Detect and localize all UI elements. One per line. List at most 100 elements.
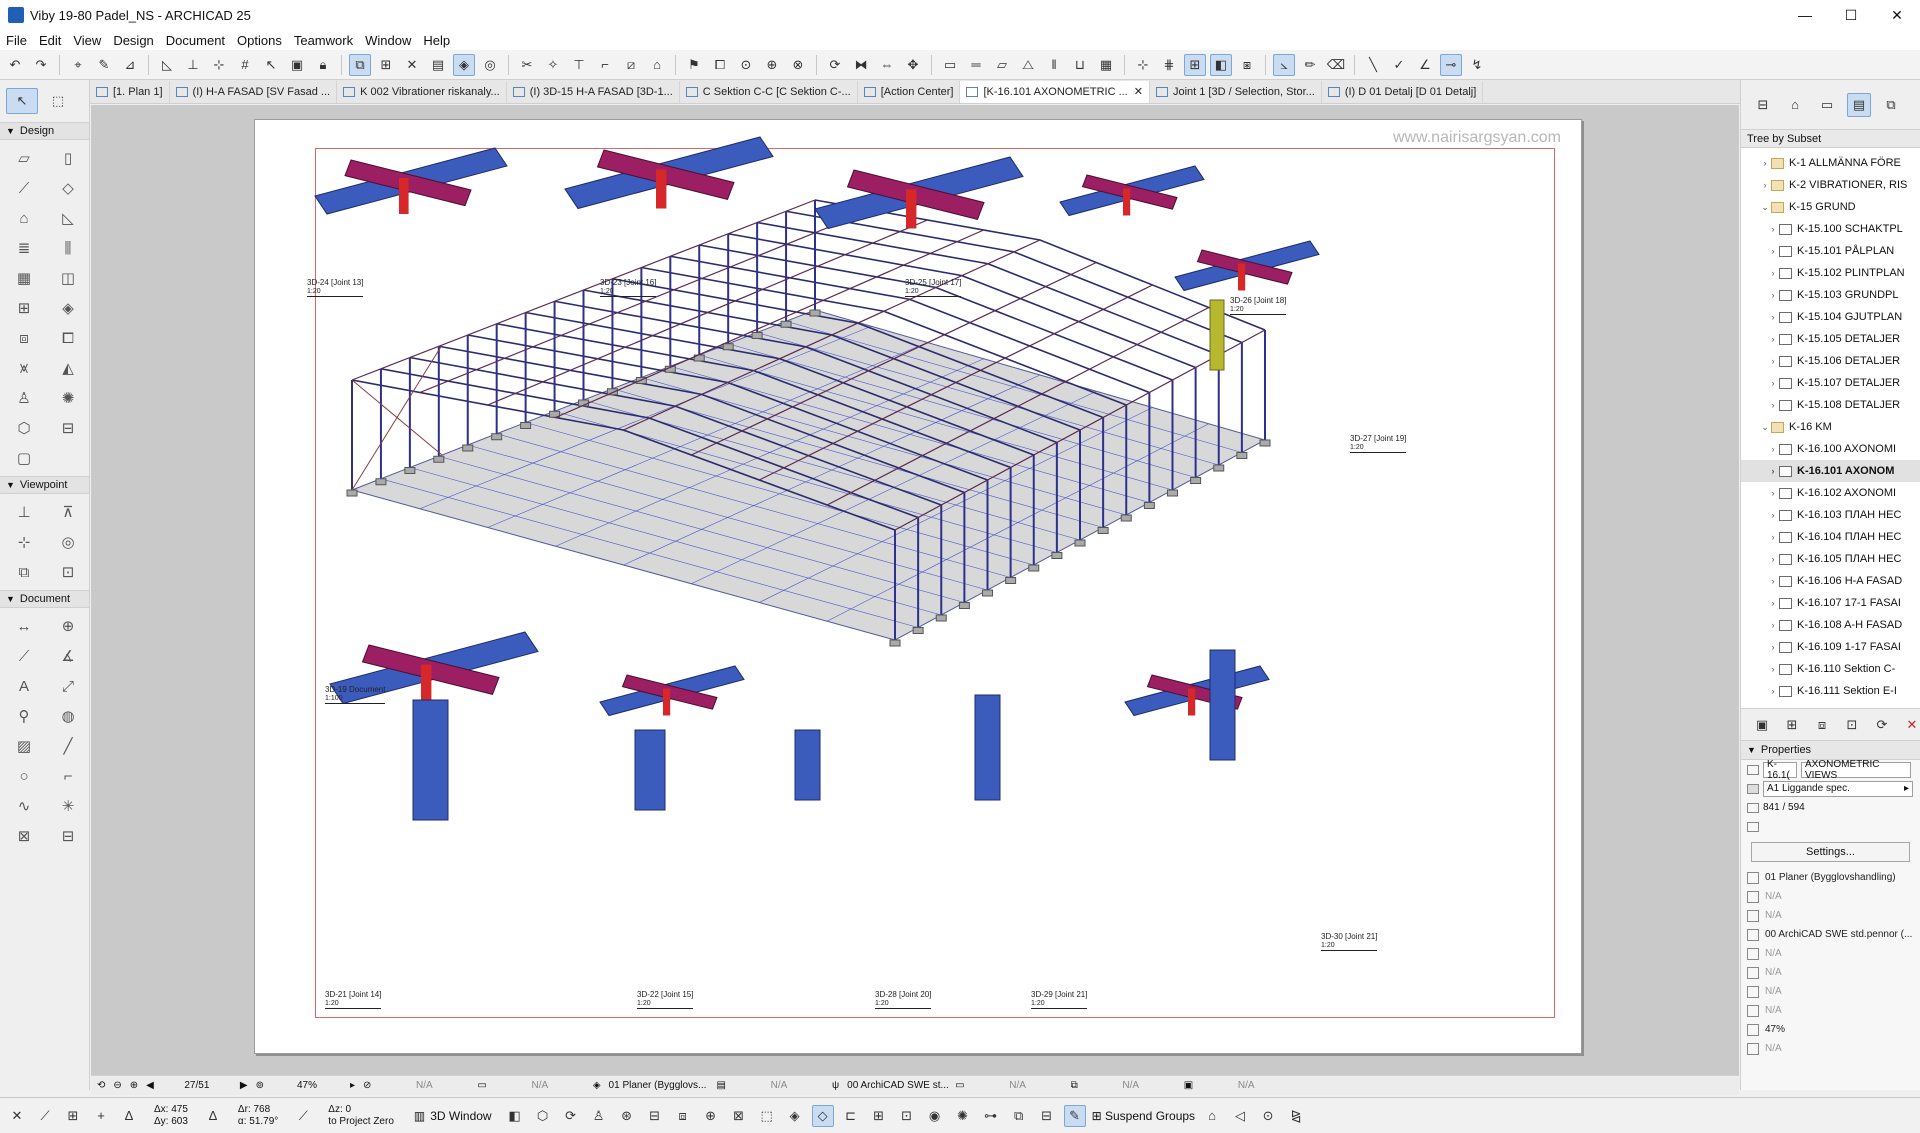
drawing-canvas[interactable]: www.nairisargsyan.com 3D-24 [Joint 13] 1:… [91,105,1739,1075]
sun-icon[interactable]: ✺ [952,1105,974,1127]
elevation-tool-icon[interactable]: ⊼ [52,500,84,524]
grid-element-tool-icon[interactable]: ⊟ [52,416,84,440]
tree-folder[interactable]: › K-2 VIBRATIONER, RIS [1741,174,1920,196]
tree-layout-item[interactable]: › K-15.106 DETALJER [1741,350,1920,372]
chevron-right-icon[interactable]: › [1767,444,1779,454]
chevron-right-icon[interactable]: › [1767,664,1779,674]
align-icon[interactable]: ⊹ [1132,54,1154,76]
zoom-in-icon[interactable]: ⊕ [130,1080,138,1091]
line-icon[interactable]: ╲ [1362,54,1384,76]
angle-dimension-tool-icon[interactable]: ∡ [52,644,84,668]
figure-tool-icon[interactable]: ⊠ [8,824,40,848]
chevron-right-icon[interactable]: › [1767,510,1779,520]
slab-tool-icon[interactable]: ◇ [52,176,84,200]
grid-snap-icon[interactable]: ⊞ [62,1105,84,1127]
menu-document[interactable]: Document [166,33,225,48]
snap-point-icon[interactable]: ⊹ [208,54,230,76]
tree-layout-item[interactable]: › K-16.106 H-A FASAD [1741,570,1920,592]
zoom-level[interactable]: 47% [272,1080,342,1091]
tree-layout-item[interactable]: › K-15.103 GRUNDPL [1741,284,1920,306]
zone-tool-icon[interactable]: ⧠ [52,326,84,350]
beam-icon[interactable]: ═ [965,54,987,76]
view-property-row[interactable]: 01 Planer (Bygglovshandling) [1741,868,1920,887]
measure-icon[interactable]: ⦣ [1273,53,1295,76]
scissors-icon[interactable]: ✂ [516,54,538,76]
menu-view[interactable]: View [73,33,101,48]
tab-facade[interactable]: (I) H-A FASAD [SV Fasad ... [170,80,338,103]
curtain-wall-tool-icon[interactable]: ▦ [8,266,40,290]
layout-name-field[interactable]: AXONOMETRIC VIEWS [1801,759,1911,781]
scale-value[interactable]: N/A [379,1080,469,1091]
pen-tool-icon[interactable]: ✎ [1063,1104,1086,1127]
layers-icon[interactable]: ▣ [286,54,308,76]
arrow-icon[interactable]: ↯ [1466,54,1488,76]
tree-layout-item[interactable]: › K-16.107 17-1 FASAI [1741,592,1920,614]
wall-tool-icon[interactable]: ▱ [8,146,40,170]
view-back-icon[interactable]: ◁ [1229,1105,1251,1127]
redo-icon[interactable]: ↷ [30,54,52,76]
chevron-right-icon[interactable]: › [1767,290,1779,300]
section-icon[interactable]: ⊕ [761,54,783,76]
drawing-tool-icon[interactable]: ⊟ [52,824,84,848]
3d-view-icon[interactable]: ◧ [504,1105,526,1127]
shell-tool-icon[interactable]: ◺ [52,206,84,230]
renovation-icon[interactable]: ◎ [479,54,501,76]
tree-layout-item[interactable]: › K-16.108 A-H FASAD [1741,614,1920,636]
orbit-icon[interactable]: ⟳ [560,1105,582,1127]
tree-layout-item[interactable]: › K-16.102 AXONOMI [1741,482,1920,504]
properties-header[interactable]: ▼ Properties [1741,740,1920,760]
snap-mode-icon[interactable]: ⟋ [34,1105,56,1127]
tab-joint[interactable]: Joint 1 [3D / Selection, Stor... [1150,80,1322,103]
object-tool-icon[interactable]: ♙ [8,386,40,410]
zoom-dropdown-icon[interactable]: ▸ [350,1080,355,1091]
chevron-right-icon[interactable]: › [1767,400,1779,410]
wall-icon[interactable]: ▭ [939,54,961,76]
marquee-tool-icon[interactable]: ⬚ [42,88,74,114]
tree-layout-item[interactable]: › K-15.108 DETALJER [1741,394,1920,416]
chevron-right-icon[interactable]: › [1767,576,1779,586]
offset-icon[interactable]: ⧄ [620,54,642,76]
menu-options[interactable]: Options [237,33,282,48]
section-tool-icon[interactable]: ⊥ [8,500,40,524]
erase-icon[interactable]: ⌫ [1325,54,1347,76]
publisher-sets-icon[interactable]: ⧉ [1879,93,1903,117]
tab-vibration[interactable]: K 002 Vibrationer riskanaly... [337,80,507,103]
tree-layout-item[interactable]: › K-15.101 PÅLPLAN [1741,240,1920,262]
minimize-button[interactable]: — [1782,0,1828,30]
magic-wand-icon[interactable]: ✧ [542,54,564,76]
beam-tool-icon[interactable]: ⟋ [8,176,40,200]
skylight-tool-icon[interactable]: ◈ [52,296,84,320]
interior-elevation-tool-icon[interactable]: ⊹ [8,530,40,554]
elevation-icon[interactable]: ⊗ [787,54,809,76]
chevron-right-icon[interactable]: › [1759,180,1771,190]
walk-icon[interactable]: ♙ [588,1105,610,1127]
view-property-row[interactable]: 00 ArchiCAD SWE std.pennor (... [1741,925,1920,944]
tree-layout-item[interactable]: › K-15.100 SCHAKTPL [1741,218,1920,240]
viewpoint-section-header[interactable]: ▼ Viewpoint [0,476,89,494]
project-map-icon[interactable]: ⌂ [1783,93,1807,117]
polyline-tool-icon[interactable]: ⌐ [52,764,84,788]
radial-dimension-tool-icon[interactable]: ⟋ [8,644,40,668]
slab-icon[interactable]: ▱ [991,54,1013,76]
model-view-value[interactable]: N/A [734,1080,824,1091]
trace-icon[interactable]: ⧆ [1236,54,1258,76]
label-icon[interactable]: ⧠ [709,54,731,76]
tree-folder[interactable]: › K-1 ALLMÄNNA FÖRE [1741,152,1920,174]
tree-layout-item[interactable]: › K-16.104 ПЛАН НЕС [1741,526,1920,548]
opening-tool-icon[interactable]: ⧈ [8,326,40,350]
elements-icon[interactable]: ⊞ [868,1105,890,1127]
chevron-right-icon[interactable]: › [1767,356,1779,366]
cross-icon[interactable]: ✕ [401,54,423,76]
cursor-icon[interactable]: ↖ [260,54,282,76]
tree-layout-item[interactable]: › K-15.104 GJUTPLAN [1741,306,1920,328]
object-icon[interactable]: ⊔ [1069,54,1091,76]
photo-icon[interactable]: ◉ [924,1105,946,1127]
chevron-right-icon[interactable]: › [1767,378,1779,388]
tab-axonometric[interactable]: [K-16.101 AXONOMETRIC ... ✕ [960,80,1150,103]
chevron-right-icon[interactable]: › [1767,532,1779,542]
roof-icon[interactable]: ⌂ [646,54,668,76]
worksheet-tool-icon[interactable]: ◎ [52,530,84,554]
lock-view-icon[interactable]: ⊙ [1257,1105,1279,1127]
refresh-icon[interactable]: ⟲ [97,1080,105,1091]
tree-layout-item[interactable]: › K-15.107 DETALJER [1741,372,1920,394]
